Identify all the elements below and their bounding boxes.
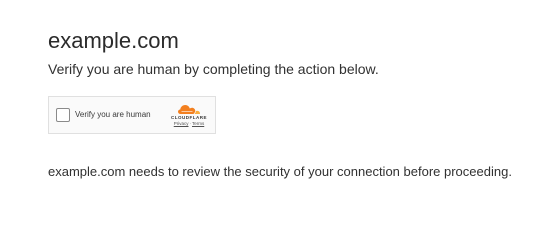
- cloudflare-logo: CLOUDFLARE Privacy·Terms: [169, 104, 209, 130]
- verify-checkbox-label[interactable]: Verify you are human: [75, 109, 151, 121]
- cloudflare-wordmark: CLOUDFLARE: [171, 115, 207, 120]
- page-title: example.com: [48, 28, 179, 53]
- captcha-widget: Verify you are human CLOUDFLARE Privacy·…: [48, 96, 216, 134]
- privacy-link[interactable]: Privacy: [174, 121, 189, 126]
- terms-link[interactable]: Terms: [192, 121, 204, 126]
- cloudflare-cloud-icon: [178, 105, 201, 114]
- security-review-message: example.com needs to review the security…: [48, 164, 512, 179]
- legal-links: Privacy·Terms: [169, 121, 209, 127]
- verify-checkbox[interactable]: [56, 108, 70, 122]
- page-subtitle: Verify you are human by completing the a…: [48, 61, 379, 77]
- link-separator: ·: [189, 121, 192, 126]
